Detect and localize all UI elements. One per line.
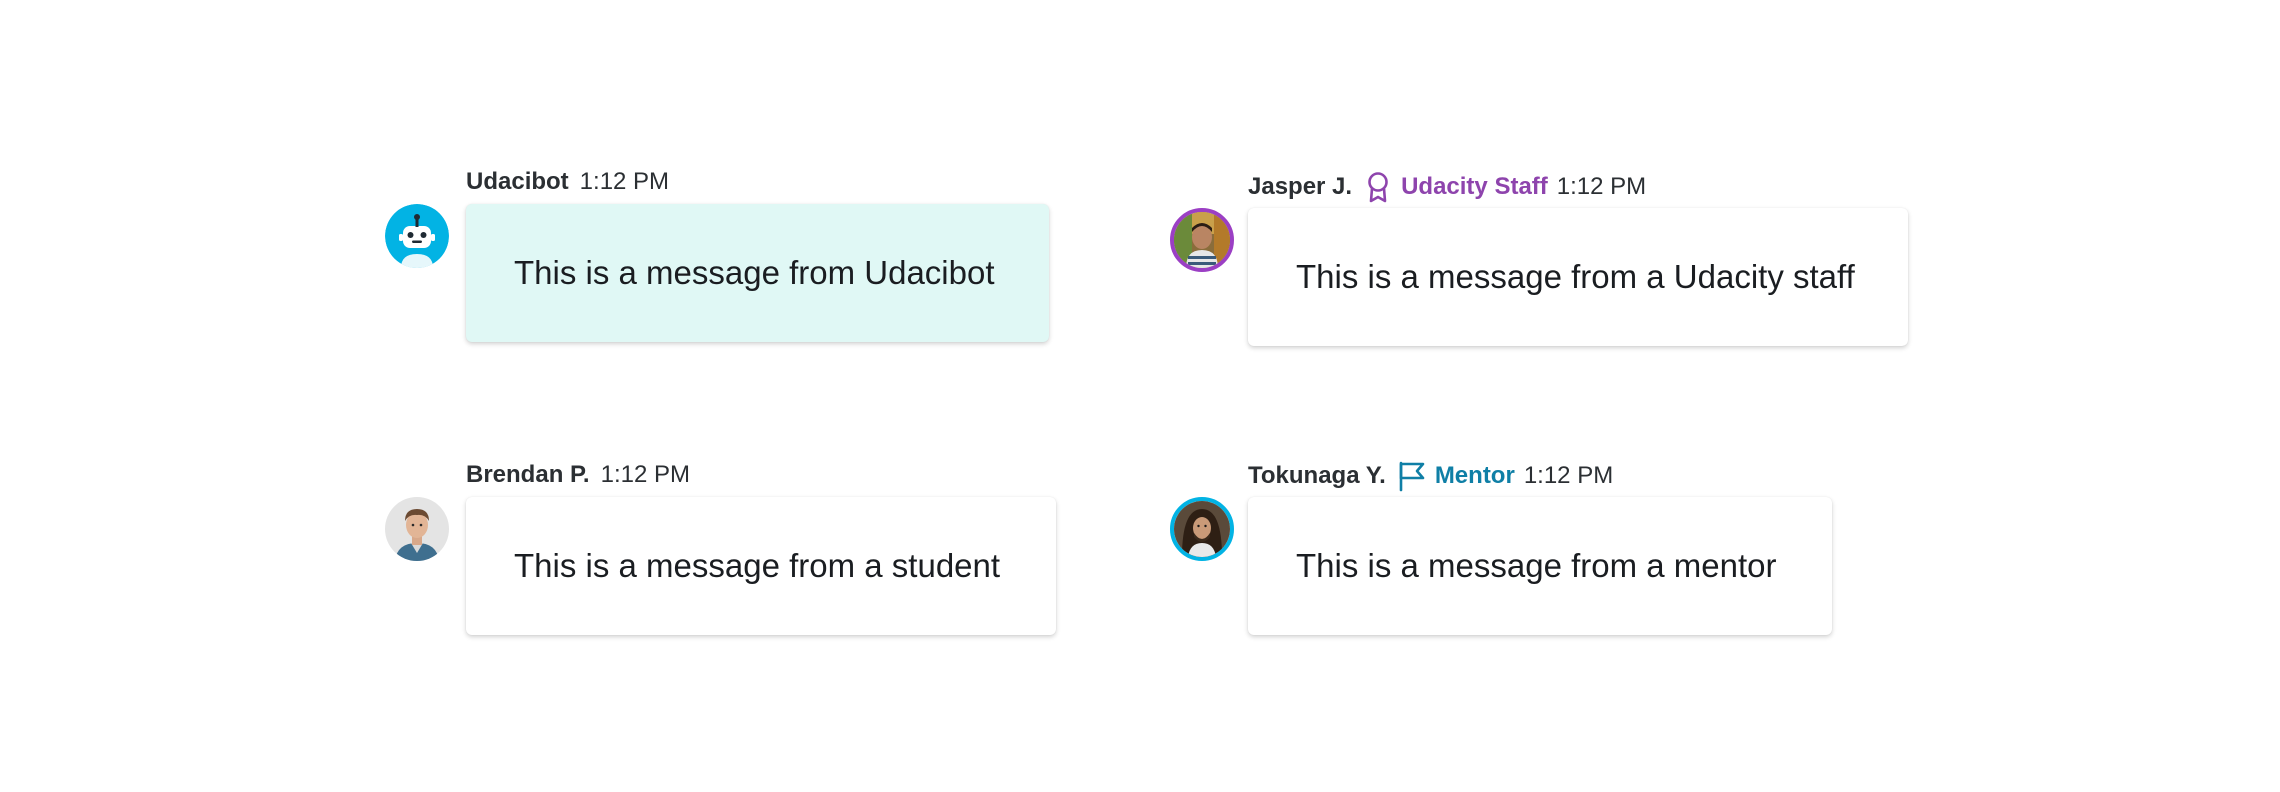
- timestamp: 1:12 PM: [600, 461, 690, 488]
- mentor-avatar[interactable]: [1170, 497, 1234, 561]
- message-text: This is a message from a Udacity staff: [1296, 258, 1855, 295]
- award-ribbon-icon: [1363, 171, 1393, 203]
- author-name[interactable]: Brendan P.: [466, 460, 590, 490]
- author-name[interactable]: Jasper J.: [1248, 172, 1352, 202]
- message-bubble: This is a message from a mentor: [1248, 497, 1832, 635]
- message-header: Tokunaga Y. Mentor 1:12 PM: [1248, 460, 1613, 492]
- staff-avatar[interactable]: [1170, 208, 1234, 272]
- role-badge: Udacity Staff: [1401, 173, 1548, 200]
- message-text: This is a message from Udacibot: [514, 254, 995, 291]
- robot-avatar[interactable]: [385, 204, 449, 268]
- timestamp: 1:12 PM: [1523, 462, 1614, 489]
- message-bubble: This is a message from a student: [466, 497, 1056, 635]
- message-text: This is a message from a mentor: [1296, 547, 1777, 584]
- message-bubble: This is a message from Udacibot: [466, 204, 1049, 342]
- message-header: Jasper J. Udacity Staff 1:12 PM: [1248, 171, 1646, 203]
- timestamp: 1:12 PM: [1556, 173, 1647, 200]
- message-header: Brendan P. 1:12 PM: [466, 460, 690, 490]
- author-name[interactable]: Udacibot: [466, 167, 569, 197]
- role-badge: Mentor: [1434, 462, 1515, 489]
- message-bubble: This is a message from a Udacity staff: [1248, 208, 1908, 346]
- message-text: This is a message from a student: [514, 547, 1001, 584]
- flag-icon: [1397, 460, 1427, 492]
- timestamp: 1:12 PM: [579, 168, 670, 195]
- message-header: Udacibot 1:12 PM: [466, 167, 669, 197]
- author-name[interactable]: Tokunaga Y.: [1248, 461, 1386, 491]
- student-avatar[interactable]: [385, 497, 449, 561]
